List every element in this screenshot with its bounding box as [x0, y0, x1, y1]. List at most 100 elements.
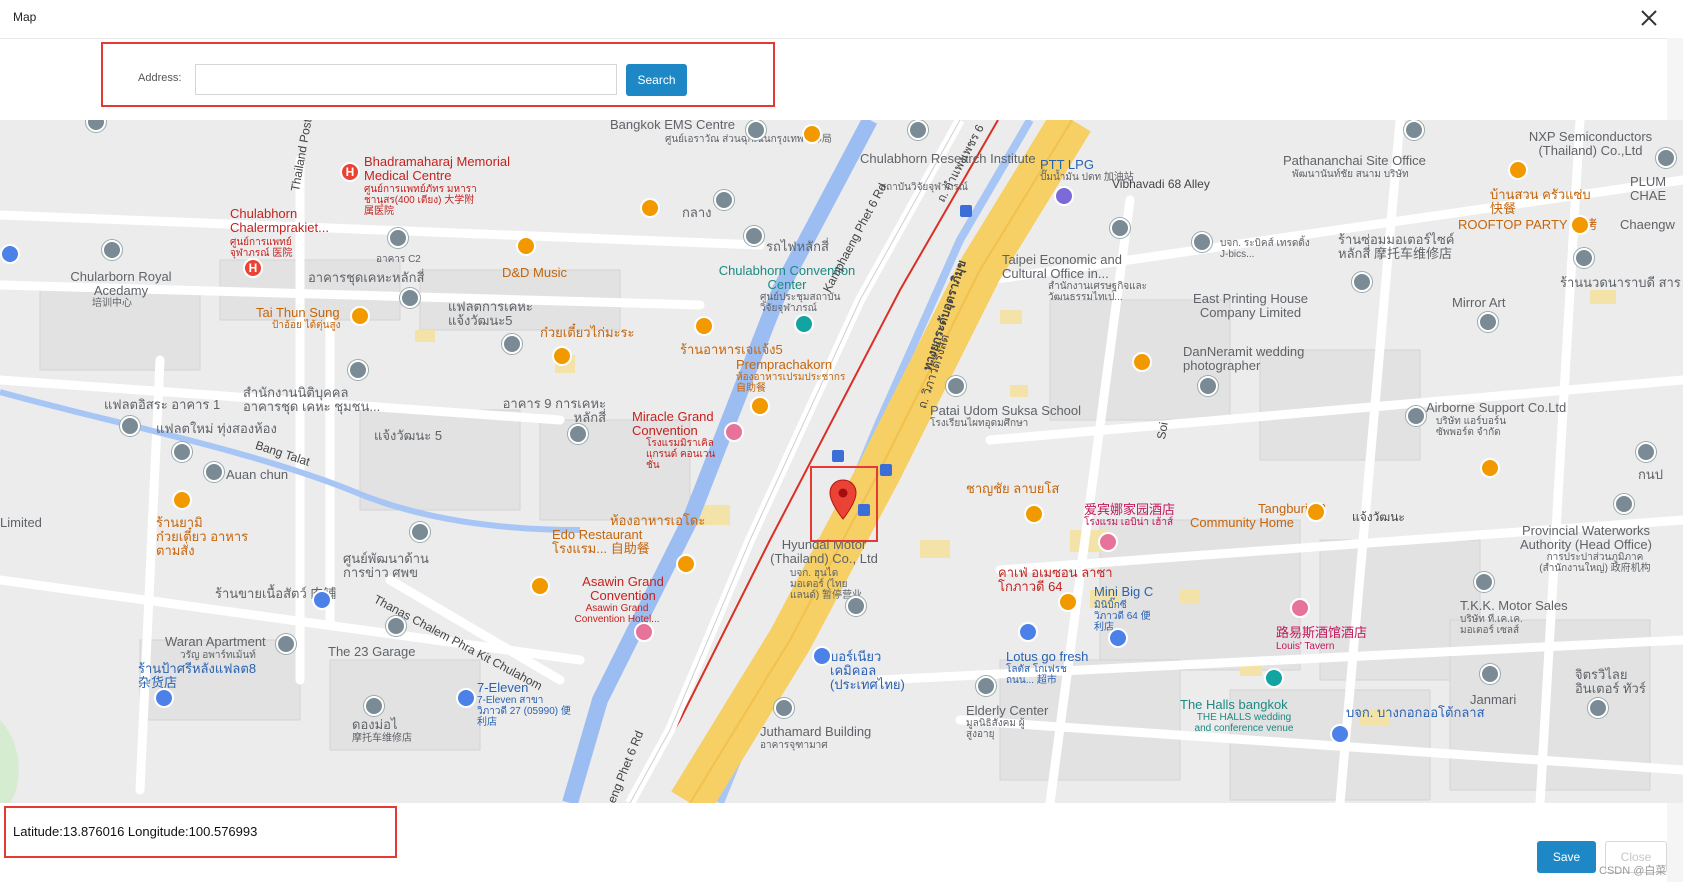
address-input[interactable] [195, 64, 617, 95]
shop-pin-icon[interactable] [312, 590, 332, 610]
restaurant-pin-icon[interactable] [516, 236, 536, 256]
watermark: CSDN @白菜 [1599, 865, 1667, 877]
label-pathananchai-th: พัฒนานันท์ชัย สนาม บริษัท [1292, 169, 1409, 180]
label-taipei-th: สำนักงานเศรษฐกิจและวัฒนธรรมไทเป... [1048, 281, 1148, 303]
label-tai-thun-th: ป้าอ้อย ได้ตุ่นสูง [272, 320, 341, 331]
label-chulabhorn-research: Chulabhorn Research Institute [860, 151, 1036, 166]
restaurant-pin-icon[interactable] [1480, 458, 1500, 478]
place-pin-icon[interactable] [120, 416, 140, 436]
place-pin-icon[interactable] [1404, 120, 1424, 140]
place-pin-icon[interactable] [1614, 494, 1634, 514]
restaurant-pin-icon[interactable] [350, 306, 370, 326]
attraction-pin-icon[interactable] [794, 314, 814, 334]
place-pin-icon[interactable] [1110, 218, 1130, 238]
place-pin-icon[interactable] [364, 696, 384, 716]
restaurant-pin-icon[interactable] [750, 396, 770, 416]
place-pin-icon[interactable] [1474, 572, 1494, 592]
hospital-pin-icon[interactable]: H [243, 258, 263, 278]
label-bhadramaharaj-th: ศูนย์การแพทย์ภัทร มหาราชานุสร(400 เตียง)… [364, 184, 477, 217]
label-danneramit: DanNeramit wedding photographer [1183, 344, 1305, 373]
save-button[interactable]: Save [1537, 841, 1596, 873]
label-dongmai: ดองม่อไ [352, 717, 398, 732]
label-rot-fai: รถไฟหลักสี่ [766, 239, 829, 254]
school-pin-icon[interactable] [946, 376, 966, 396]
label-arkhan-chud: อาคารชุดเคหะหลักสี่ [308, 270, 425, 285]
label-flat-kheha: แฟลตการเคหะแจ้งวัฒนะ5 [448, 299, 533, 328]
bus-stop-icon[interactable] [880, 464, 892, 476]
shop-pin-icon[interactable] [1108, 628, 1128, 648]
place-pin-icon[interactable] [1352, 272, 1372, 292]
label-chularborn-royal: Chularborn Royal Acedamy [70, 269, 172, 298]
place-pin-icon[interactable] [1192, 232, 1212, 252]
place-pin-icon[interactable] [1480, 664, 1500, 684]
place-pin-icon[interactable] [1478, 312, 1498, 332]
place-pin-icon[interactable] [744, 226, 764, 246]
place-pin-icon[interactable] [204, 462, 224, 482]
shop-pin-icon[interactable] [0, 244, 20, 264]
search-button[interactable]: Search [626, 64, 687, 96]
label-waran-th: วรัญ อพาร์ทเม้นท์ [180, 650, 256, 661]
label-halls: The Halls bangkok [1180, 697, 1288, 712]
place-pin-icon[interactable] [1406, 406, 1426, 426]
restaurant-pin-icon[interactable] [1570, 215, 1590, 235]
place-pin-icon[interactable] [714, 190, 734, 210]
place-pin-icon[interactable] [276, 634, 296, 654]
hospital-pin-icon[interactable]: H [340, 162, 360, 182]
place-pin-icon[interactable] [388, 228, 408, 248]
cafe-pin-icon[interactable] [1058, 592, 1078, 612]
restaurant-pin-icon[interactable] [172, 490, 192, 510]
cafe-pin-icon[interactable] [1132, 352, 1152, 372]
place-pin-icon[interactable] [1574, 248, 1594, 268]
place-pin-icon[interactable] [746, 120, 766, 140]
label-tkk-th: บริษัท ที.เค.เค. มอเตอร์ เซลส์ [1460, 614, 1523, 636]
place-pin-icon[interactable] [568, 424, 588, 444]
label-mirror-art: Mirror Art [1452, 295, 1506, 310]
restaurant-pin-icon[interactable] [530, 576, 550, 596]
place-pin-icon[interactable] [1656, 148, 1676, 168]
label-miracle-th: โรงแรมมิราเคิล แกรนด์ คอนเวนชั่น [646, 438, 716, 471]
label-ran-nom: ร้านยามิ ก๋วยเตี๋ยว อาหารตามสั่ง [156, 515, 249, 558]
restaurant-pin-icon[interactable] [676, 554, 696, 574]
restaurant-pin-icon[interactable] [802, 124, 822, 144]
place-pin-icon[interactable] [410, 522, 430, 542]
place-pin-icon[interactable] [172, 442, 192, 462]
place-pin-icon[interactable] [400, 288, 420, 308]
restaurant-pin-icon[interactable] [1508, 160, 1528, 180]
restaurant-pin-icon[interactable] [694, 316, 714, 336]
restaurant-pin-icon[interactable] [640, 198, 660, 218]
shop-pin-icon[interactable] [456, 688, 476, 708]
restaurant-pin-icon[interactable] [552, 346, 572, 366]
place-pin-icon[interactable] [908, 120, 928, 140]
place-pin-icon[interactable] [502, 334, 522, 354]
shop-pin-icon[interactable] [812, 646, 832, 666]
place-pin-icon[interactable] [1636, 442, 1656, 462]
place-pin-icon[interactable] [348, 360, 368, 380]
hotel-pin-icon[interactable] [1098, 532, 1118, 552]
bus-stop-icon[interactable] [832, 450, 844, 462]
hotel-pin-icon[interactable] [724, 422, 744, 442]
place-pin-icon[interactable] [386, 616, 406, 636]
label-soi: Soi [1154, 420, 1171, 441]
hotel-pin-icon[interactable] [1290, 598, 1310, 618]
place-pin-icon[interactable] [976, 676, 996, 696]
place-pin-icon[interactable] [846, 596, 866, 616]
restaurant-pin-icon[interactable] [1024, 504, 1044, 524]
shop-pin-icon[interactable] [1330, 724, 1350, 744]
bus-stop-icon[interactable] [960, 205, 972, 217]
shop-pin-icon[interactable] [1018, 622, 1038, 642]
label-tkk: T.K.K. Motor Sales [1460, 598, 1568, 613]
location-pin-icon[interactable] [829, 479, 857, 521]
attraction-pin-icon[interactable] [1264, 668, 1284, 688]
shop-pin-icon[interactable] [154, 688, 174, 708]
place-pin-icon[interactable] [1588, 698, 1608, 718]
place-pin-icon[interactable] [1198, 376, 1218, 396]
map-view[interactable]: Bangkok EMS Centre ศูนย์เอราวัณ ส่วนฉุกเ… [0, 120, 1683, 803]
place-pin-icon[interactable] [774, 698, 794, 718]
place-pin-icon[interactable] [102, 240, 122, 260]
hotel-pin-icon[interactable] [634, 622, 654, 642]
close-icon[interactable] [1638, 7, 1660, 29]
gas-station-pin-icon[interactable] [1054, 186, 1074, 206]
label-flat-mai: แฟลตใหม่ ทุ่งสองห้อง [156, 421, 277, 436]
restaurant-pin-icon[interactable] [1306, 502, 1326, 522]
label-eleven: 7-Eleven [477, 680, 529, 695]
